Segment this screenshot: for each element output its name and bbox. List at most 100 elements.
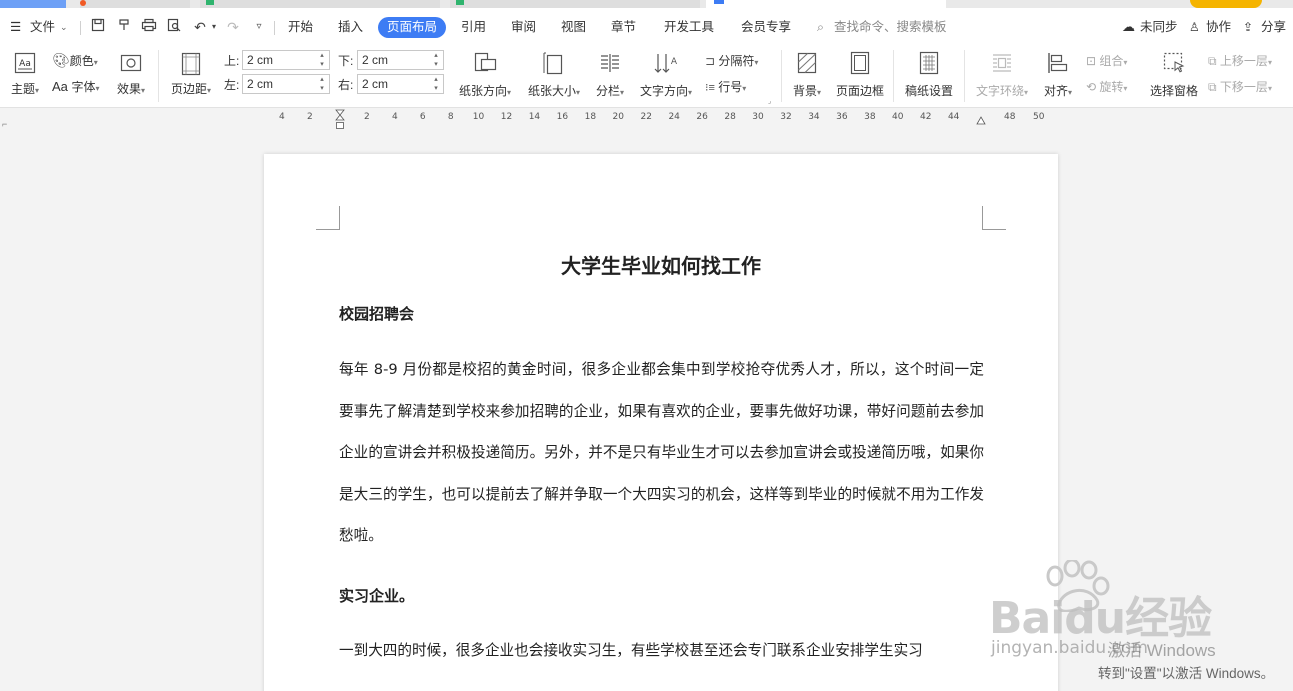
activation-title: 激活 Windows — [1108, 641, 1216, 660]
effect-button[interactable]: 效果▾ — [114, 52, 148, 97]
file-menu[interactable]: 文件 — [30, 8, 55, 46]
chevron-down-icon[interactable]: ▾ — [205, 18, 223, 36]
chevron-down-icon[interactable]: ⌄ — [60, 8, 68, 46]
font-icon: Aa — [52, 79, 72, 94]
send-backward-button[interactable]: ⧉ 下移一层▾ — [1208, 78, 1272, 95]
window-tab[interactable] — [450, 0, 700, 8]
tab-home[interactable]: 开始 — [288, 8, 313, 46]
menu-icon[interactable]: ☰ — [10, 8, 21, 46]
align-button[interactable]: 对齐▾ — [1040, 50, 1076, 99]
paper-size-button[interactable]: 纸张大小▾ — [523, 50, 585, 99]
draft-paper-button[interactable]: 稿纸设置 — [902, 50, 956, 99]
right-margin-input[interactable]: 2 cm ▴ ▾ — [357, 74, 444, 94]
font-button[interactable]: Aa 字体▾ — [52, 78, 100, 95]
color-button[interactable]: 🎨︎颜色▾ — [52, 52, 98, 69]
top-margin-input[interactable]: 2 cm ▴ ▾ — [242, 50, 330, 70]
user-icon: ♙ — [1189, 20, 1200, 34]
left-margin-input[interactable]: 2 cm ▴ ▾ — [242, 74, 330, 94]
text-direction-button[interactable]: A 文字方向▾ — [637, 50, 695, 99]
tab-page-layout[interactable]: 页面布局 — [378, 17, 447, 38]
columns-label: 分栏 — [595, 84, 620, 98]
text-direction-label: 文字方向 — [639, 84, 688, 98]
indent-marker-icon[interactable] — [335, 109, 345, 131]
divider — [964, 50, 965, 102]
ruler-number: 34 — [808, 112, 820, 122]
document-title[interactable]: 大学生毕业如何找工作 — [264, 250, 1058, 279]
ruler-number: 20 — [612, 112, 624, 122]
divider — [158, 50, 159, 102]
sync-status[interactable]: 未同步 — [1140, 8, 1178, 46]
tab-references[interactable]: 引用 — [461, 8, 486, 46]
tab-developer[interactable]: 开发工具 — [664, 8, 714, 46]
section-heading[interactable]: 校园招聘会 — [339, 303, 414, 324]
redo-icon[interactable]: ↷ — [224, 18, 242, 36]
right-indent-marker-icon[interactable] — [976, 113, 986, 125]
tab-member[interactable]: 会员专享 — [741, 8, 791, 46]
divider — [781, 50, 782, 102]
effect-icon — [120, 54, 142, 72]
collaborate-button[interactable]: 协作 — [1206, 8, 1231, 46]
ruler-number: 32 — [780, 112, 792, 122]
divider — [893, 50, 894, 102]
customize-toolbar-icon[interactable]: ▿ — [250, 18, 268, 36]
window-tab[interactable] — [80, 0, 190, 8]
ruler-number: 2 — [364, 112, 370, 122]
ruler-number: 22 — [640, 112, 652, 122]
theme-button[interactable]: Aa 主题▾ — [8, 52, 42, 97]
section-heading[interactable]: 实习企业。 — [339, 585, 414, 606]
document-page[interactable]: 大学生毕业如何找工作 校园招聘会 每年 8-9 月份都是校招的黄金时间，很多企业… — [264, 154, 1058, 691]
selection-pane-icon — [1163, 52, 1185, 73]
page-border-button[interactable]: 页面边框 — [834, 50, 886, 99]
bottom-margin-input[interactable]: 2 cm ▴ ▾ — [357, 50, 444, 70]
command-search[interactable]: 查找命令、搜索模板 — [834, 8, 947, 46]
tab-insert[interactable]: 插入 — [338, 8, 363, 46]
bring-forward-icon: ⧉ — [1208, 54, 1217, 68]
member-badge[interactable] — [1190, 0, 1262, 8]
print-icon[interactable] — [140, 18, 158, 36]
draft-paper-icon — [919, 51, 939, 75]
background-button[interactable]: 背景▾ — [789, 50, 825, 99]
line-number-icon: ⁝≡ — [705, 82, 715, 94]
text-wrap-button[interactable]: 文字环绕▾ — [972, 50, 1032, 99]
ruler-number: 18 — [584, 112, 597, 122]
ruler-number: 44 — [947, 112, 960, 122]
columns-button[interactable]: 分栏▾ — [592, 50, 628, 99]
save-icon[interactable] — [89, 18, 107, 36]
dialog-launcher-icon[interactable]: ⌟ — [768, 97, 771, 105]
crop-mark — [316, 206, 340, 230]
rotate-button[interactable]: ⟲ 旋转▾ — [1086, 78, 1127, 95]
horizontal-ruler[interactable]: ⌐ 4 2 2 4 6 8 10 12 14 16 18 20 22 24 26 28 30 32 34 36 38… — [0, 109, 1293, 131]
columns-icon — [601, 54, 619, 72]
tab-view[interactable]: 视图 — [561, 8, 586, 46]
bring-forward-button[interactable]: ⧉ 上移一层▾ — [1208, 52, 1272, 69]
theme-label: 主题 — [10, 82, 35, 96]
window-tab[interactable] — [0, 0, 66, 8]
ruler-number: 4 — [279, 112, 285, 122]
separator-button[interactable]: ⊐ 分隔符▾ — [705, 52, 758, 69]
tab-chapter[interactable]: 章节 — [611, 8, 636, 46]
group-icon: ⊡ — [1086, 54, 1097, 68]
right-margin-label: 右: — [338, 78, 354, 92]
crop-mark — [982, 206, 1006, 230]
ruler-number: 48 — [1004, 112, 1016, 122]
selection-pane-button[interactable]: 选择窗格 — [1148, 50, 1200, 99]
line-number-button[interactable]: ⁝≡ 行号▾ — [705, 78, 746, 95]
window-tab-active[interactable] — [706, 0, 946, 8]
effect-label: 效果 — [116, 82, 141, 96]
bottom-margin-label: 下: — [338, 54, 354, 68]
orientation-button[interactable]: 纸张方向▾ — [455, 50, 515, 99]
print-preview-icon[interactable] — [165, 18, 183, 36]
body-paragraph[interactable]: 每年 8-9 月份都是校招的黄金时间，很多企业都会集中到学校抢夺优秀人才，所以，… — [339, 349, 984, 557]
palette-icon: 🎨︎ — [52, 52, 70, 68]
format-painter-icon[interactable] — [115, 18, 133, 36]
ribbon: Aa 主题▾ 🎨︎颜色▾ Aa 字体▾ 效果▾ 页边距▾ 上: 2 cm ▴ ▾ 左… — [0, 46, 1293, 108]
share-button[interactable]: 分享 — [1261, 8, 1286, 46]
group-button[interactable]: ⊡ 组合▾ — [1086, 52, 1127, 69]
tab-review[interactable]: 审阅 — [511, 8, 536, 46]
margin-icon — [181, 52, 201, 76]
line-number-label: 行号 — [718, 80, 743, 94]
margin-button[interactable]: 页边距▾ — [168, 52, 214, 97]
send-backward-label: 下移一层 — [1219, 80, 1268, 94]
body-paragraph[interactable]: 一到大四的时候，很多企业也会接收实习生，有些学校甚至还会专门联系企业安排学生实习 — [339, 630, 984, 672]
window-tab[interactable] — [200, 0, 440, 8]
